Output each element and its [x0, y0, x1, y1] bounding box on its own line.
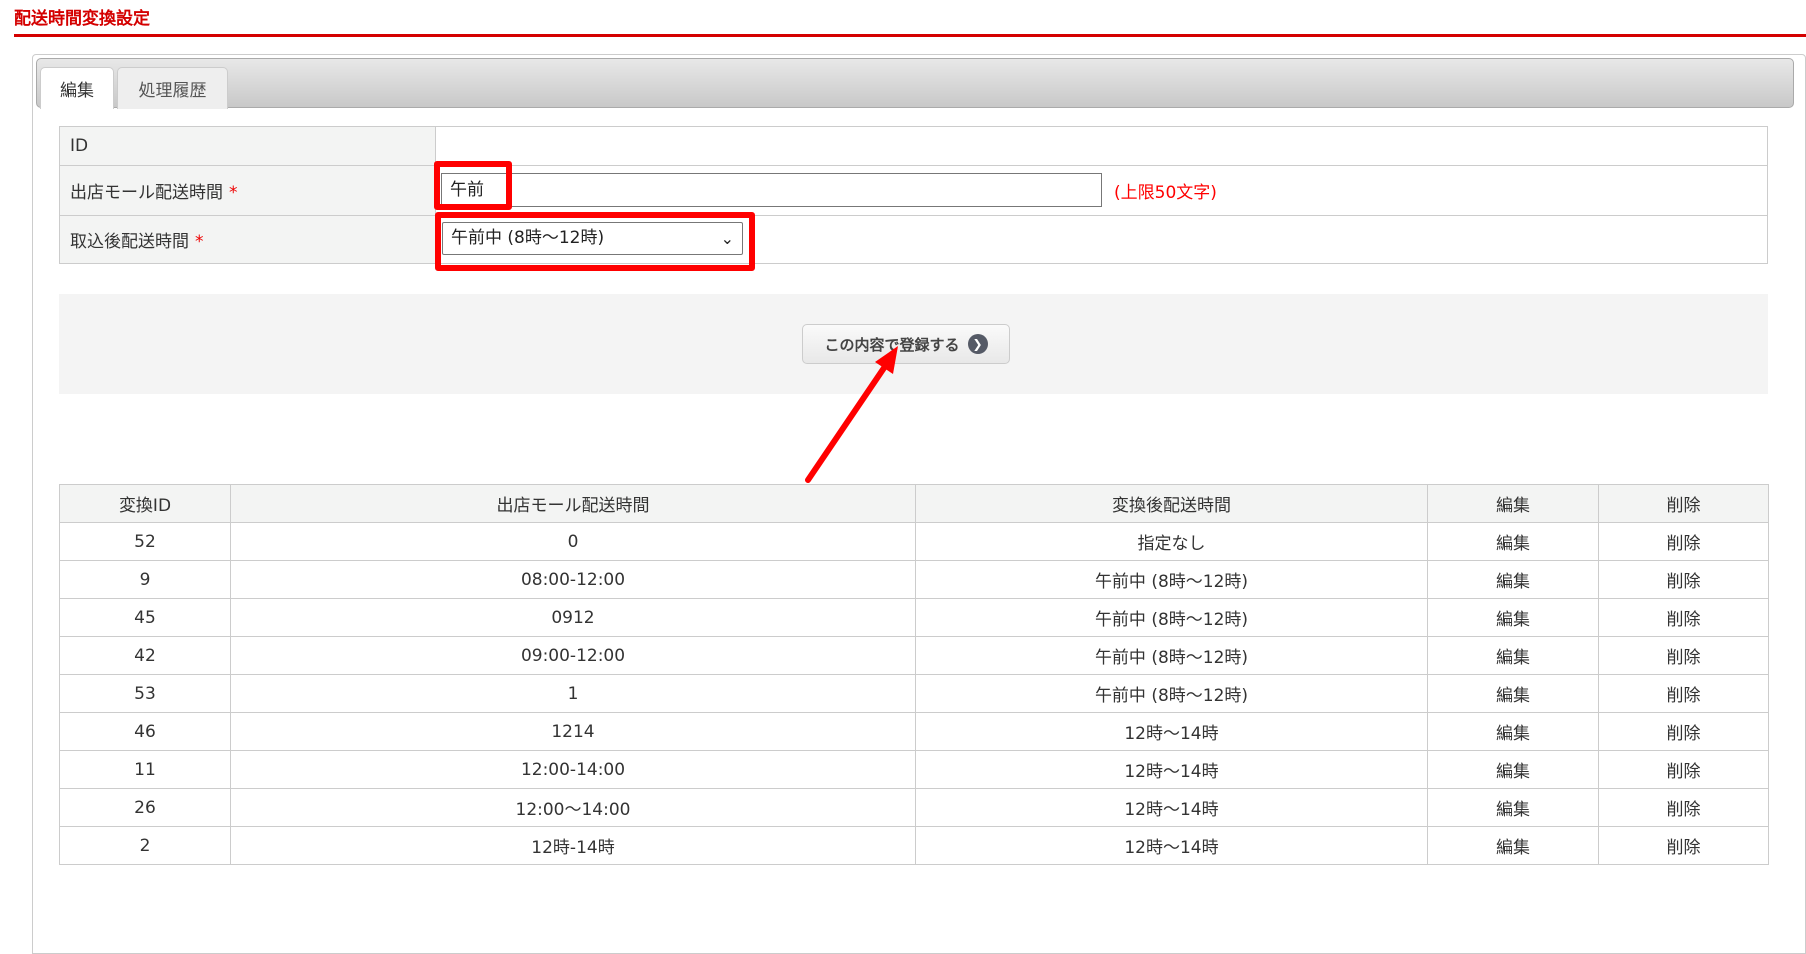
table-row: 46 1214 12時〜14時 編集 削除: [59, 712, 1769, 751]
edit-link[interactable]: 編集: [1427, 598, 1599, 637]
table-row: 42 09:00-12:00 午前中 (8時〜12時) 編集 削除: [59, 636, 1769, 675]
table-row: 11 12:00-14:00 12時〜14時 編集 削除: [59, 750, 1769, 789]
cell-id: 42: [59, 636, 231, 675]
header-converted-time: 変換後配送時間: [915, 484, 1428, 523]
mall-time-label-text: 出店モール配送時間: [70, 183, 223, 203]
cell-converted-time: 12時〜14時: [915, 826, 1428, 865]
delete-link[interactable]: 削除: [1598, 712, 1769, 751]
tab-history[interactable]: 処理履歴: [117, 67, 228, 109]
header-mall-time: 出店モール配送時間: [230, 484, 916, 523]
edit-link[interactable]: 編集: [1427, 788, 1599, 827]
cell-converted-time: 12時〜14時: [915, 750, 1428, 789]
cell-converted-time: 12時〜14時: [915, 788, 1428, 827]
cell-converted-time: 指定なし: [915, 522, 1428, 561]
edit-link[interactable]: 編集: [1427, 750, 1599, 789]
cell-mall-time: 1214: [230, 712, 916, 751]
edit-link[interactable]: 編集: [1427, 712, 1599, 751]
edit-link[interactable]: 編集: [1427, 674, 1599, 713]
delete-link[interactable]: 削除: [1598, 598, 1769, 637]
table-row: 26 12:00〜14:00 12時〜14時 編集 削除: [59, 788, 1769, 827]
char-limit-note: (上限50文字): [1114, 183, 1217, 203]
cell-mall-time: 09:00-12:00: [230, 636, 916, 675]
tab-edit[interactable]: 編集: [40, 67, 114, 109]
edit-link[interactable]: 編集: [1427, 826, 1599, 865]
submit-button[interactable]: この内容で登録する ❯: [802, 324, 1010, 364]
converted-time-label: 取込後配送時間 *: [59, 215, 436, 264]
delete-link[interactable]: 削除: [1598, 636, 1769, 675]
cell-id: 46: [59, 712, 231, 751]
title-divider: [14, 34, 1806, 37]
cell-mall-time: 08:00-12:00: [230, 560, 916, 599]
page-title: 配送時間変換設定: [14, 9, 150, 29]
cell-mall-time: 0: [230, 522, 916, 561]
cell-id: 53: [59, 674, 231, 713]
cell-id: 26: [59, 788, 231, 827]
tab-bar: 編集 処理履歴: [36, 58, 1794, 109]
cell-id: 11: [59, 750, 231, 789]
arrow-right-icon: ❯: [967, 334, 988, 354]
table-row: 53 1 午前中 (8時〜12時) 編集 削除: [59, 674, 1769, 713]
conversion-table: 変換ID 出店モール配送時間 変換後配送時間 編集 削除 52 0 指定なし 編集 削除…: [59, 484, 1769, 865]
cell-id: 2: [59, 826, 231, 865]
cell-converted-time: 午前中 (8時〜12時): [915, 598, 1428, 637]
cell-id: 45: [59, 598, 231, 637]
cell-converted-time: 12時〜14時: [915, 712, 1428, 751]
table-header: 変換ID 出店モール配送時間 変換後配送時間 編集 削除: [59, 484, 1769, 523]
id-label: ID: [59, 126, 436, 166]
highlight-box: [434, 161, 512, 210]
required-mark: *: [195, 232, 204, 252]
delete-link[interactable]: 削除: [1598, 788, 1769, 827]
cell-converted-time: 午前中 (8時〜12時): [915, 560, 1428, 599]
edit-link[interactable]: 編集: [1427, 636, 1599, 675]
mall-time-label: 出店モール配送時間 *: [59, 165, 436, 216]
highlight-box: [435, 212, 755, 271]
cell-mall-time: 0912: [230, 598, 916, 637]
delete-link[interactable]: 削除: [1598, 750, 1769, 789]
table-row: 52 0 指定なし 編集 削除: [59, 522, 1769, 561]
id-value: [435, 126, 1768, 166]
required-mark: *: [229, 183, 238, 203]
converted-time-label-text: 取込後配送時間: [70, 232, 189, 252]
table-row: 9 08:00-12:00 午前中 (8時〜12時) 編集 削除: [59, 560, 1769, 599]
cell-mall-time: 1: [230, 674, 916, 713]
header-delete: 削除: [1598, 484, 1769, 523]
cell-mall-time: 12時-14時: [230, 826, 916, 865]
delete-link[interactable]: 削除: [1598, 674, 1769, 713]
header-edit: 編集: [1427, 484, 1599, 523]
table-row: 45 0912 午前中 (8時〜12時) 編集 削除: [59, 598, 1769, 637]
cell-mall-time: 12:00〜14:00: [230, 788, 916, 827]
cell-mall-time: 12:00-14:00: [230, 750, 916, 789]
delete-link[interactable]: 削除: [1598, 522, 1769, 561]
header-id: 変換ID: [59, 484, 231, 523]
submit-label: この内容で登録する: [824, 335, 960, 354]
edit-link[interactable]: 編集: [1427, 522, 1599, 561]
edit-link[interactable]: 編集: [1427, 560, 1599, 599]
table-row: 2 12時-14時 12時〜14時 編集 削除: [59, 826, 1769, 865]
cell-id: 9: [59, 560, 231, 599]
cell-id: 52: [59, 522, 231, 561]
mall-time-input[interactable]: 午前: [441, 173, 1102, 207]
cell-converted-time: 午前中 (8時〜12時): [915, 674, 1428, 713]
delete-link[interactable]: 削除: [1598, 560, 1769, 599]
delete-link[interactable]: 削除: [1598, 826, 1769, 865]
cell-converted-time: 午前中 (8時〜12時): [915, 636, 1428, 675]
